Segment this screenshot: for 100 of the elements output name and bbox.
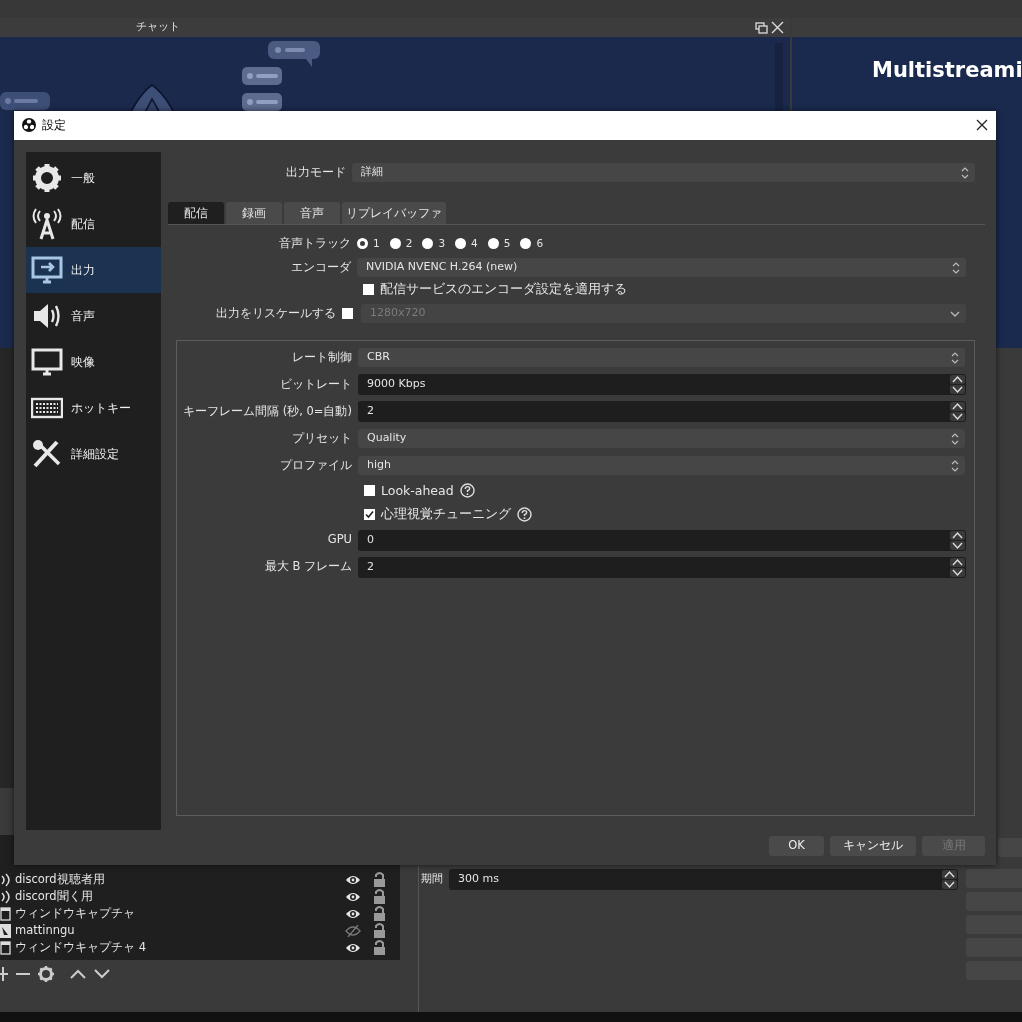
updown-caret-icon — [951, 432, 959, 445]
unlocked-icon[interactable] — [373, 872, 386, 887]
settings-icon[interactable] — [38, 965, 54, 982]
increment-icon[interactable] — [950, 375, 965, 384]
source-item[interactable]: ウィンドウキャプチャ — [0, 905, 400, 922]
updown-caret-icon — [951, 459, 959, 472]
decrement-icon[interactable] — [950, 540, 965, 550]
decrement-icon[interactable] — [950, 567, 965, 577]
antenna-icon — [31, 207, 63, 240]
field-label: 出力をリスケールする — [215, 304, 337, 322]
dropdown[interactable]: NVIDIA NVENC H.264 (new) — [357, 258, 966, 277]
updown-caret-icon — [961, 166, 969, 179]
sidebar-item[interactable]: 映像 — [26, 338, 161, 385]
source-name: discord聞く用 — [15, 887, 94, 905]
dropdown[interactable]: high — [358, 456, 965, 475]
field-label: 出力モード — [285, 163, 347, 181]
field-label: 最大 B フレーム — [263, 558, 353, 576]
eye-icon[interactable] — [345, 907, 361, 920]
spin-field[interactable]: 9000 Kbps — [358, 374, 966, 395]
decrement-icon[interactable] — [942, 879, 957, 889]
tab[interactable]: リプレイバッファ — [342, 201, 446, 224]
move-down-icon[interactable] — [94, 968, 110, 979]
source-item[interactable]: discord聞く用 — [0, 888, 400, 905]
unlocked-icon[interactable] — [373, 923, 386, 938]
caret-icon — [950, 310, 960, 317]
field-label: ビットレート — [279, 375, 353, 393]
spin-field[interactable]: 2 — [358, 401, 966, 422]
increment-icon[interactable] — [950, 402, 965, 411]
move-up-icon[interactable] — [70, 968, 86, 979]
sidebar-item[interactable]: 一般 — [26, 154, 161, 201]
radio-option[interactable]: 1 — [357, 235, 380, 252]
sidebar-item[interactable]: 配信 — [26, 200, 161, 247]
sidebar-item[interactable]: ホットキー — [26, 384, 161, 431]
spin-field[interactable]: 0 — [358, 529, 966, 551]
eye-icon[interactable] — [345, 890, 361, 903]
source-item[interactable]: ウィンドウキャプチャ 4 — [0, 939, 400, 956]
hidden-eye-icon[interactable] — [345, 924, 361, 937]
checkbox[interactable] — [364, 509, 375, 521]
source-item[interactable]: mattinngu — [0, 922, 400, 939]
speaker-icon — [0, 872, 11, 887]
checkbox-label: Look-ahead — [381, 481, 454, 500]
radio-button[interactable] — [422, 238, 434, 249]
sidebar-item[interactable]: 音声 — [26, 292, 161, 339]
close-icon[interactable] — [976, 119, 988, 132]
tab[interactable]: 録画 — [226, 201, 282, 224]
checkbox[interactable] — [363, 284, 374, 295]
radio-button[interactable] — [389, 238, 401, 249]
radio-button[interactable] — [487, 238, 499, 249]
dialog-button[interactable]: キャンセル — [830, 835, 916, 856]
increment-icon[interactable] — [950, 557, 965, 567]
radio-option[interactable]: 4 — [455, 235, 478, 252]
field-label: 音声トラック — [278, 234, 352, 252]
checkbox[interactable] — [364, 485, 375, 497]
spin-field[interactable]: 2 — [358, 556, 966, 578]
field-label: プリセット — [291, 429, 353, 447]
radio-option[interactable]: 2 — [389, 235, 413, 252]
radio-button[interactable] — [455, 238, 467, 249]
sidebar-item[interactable]: 出力 — [26, 246, 161, 293]
radio-option[interactable]: 6 — [520, 235, 544, 252]
add-icon[interactable] — [0, 966, 8, 981]
source-item[interactable]: discord視聴者用 — [0, 871, 400, 888]
radio-option[interactable]: 5 — [487, 235, 511, 252]
updown-caret-icon — [951, 351, 959, 364]
field-label: 期間 — [421, 870, 443, 887]
radio-option[interactable]: 3 — [422, 235, 446, 252]
checkbox-label: 心理視覚チューニング — [381, 505, 511, 524]
window-title: 設定 — [42, 117, 66, 135]
dropdown[interactable]: Quality — [358, 429, 965, 448]
updown-caret-icon — [952, 261, 960, 274]
gear-icon — [31, 161, 63, 194]
radio-button[interactable] — [520, 238, 532, 249]
help-icon[interactable] — [459, 483, 475, 499]
radio-button[interactable] — [357, 238, 368, 249]
unlocked-icon[interactable] — [373, 906, 386, 921]
unlocked-icon[interactable] — [373, 940, 386, 955]
source-name: discord視聴者用 — [15, 870, 106, 888]
field-label: レート制御 — [291, 348, 353, 366]
source-name: ウィンドウキャプチャ — [15, 904, 136, 922]
dropdown[interactable]: 詳細 — [352, 163, 975, 182]
eye-icon[interactable] — [345, 873, 361, 886]
sidebar-item[interactable]: 詳細設定 — [26, 430, 161, 477]
increment-icon[interactable] — [942, 869, 957, 879]
float-icon[interactable] — [755, 21, 768, 34]
eye-icon[interactable] — [345, 941, 361, 954]
field-label: GPU — [326, 531, 353, 549]
increment-icon[interactable] — [950, 530, 965, 540]
decrement-icon[interactable] — [950, 412, 965, 421]
tab[interactable]: 配信 — [168, 201, 224, 224]
dialog-button[interactable]: OK — [769, 835, 824, 856]
tab[interactable]: 音声 — [284, 201, 340, 224]
spin-field[interactable]: 300 ms — [449, 868, 958, 890]
source-name: ウィンドウキャプチャ 4 — [15, 938, 147, 956]
dock-heading: Multistreami — [872, 57, 1022, 84]
window-icon — [0, 906, 11, 921]
app-logo-icon — [22, 118, 36, 133]
dropdown[interactable]: CBR — [358, 348, 965, 367]
decrement-icon[interactable] — [950, 385, 965, 394]
help-icon[interactable] — [517, 507, 532, 523]
field-label: キーフレーム間隔 (秒, 0=自動) — [182, 402, 353, 420]
unlocked-icon[interactable] — [373, 889, 386, 904]
